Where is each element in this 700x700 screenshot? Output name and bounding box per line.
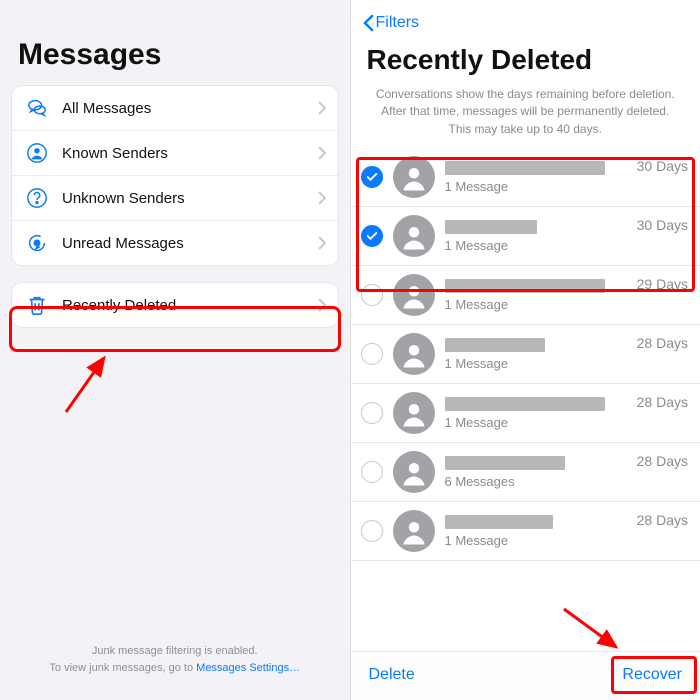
row-label: Known Senders (62, 145, 318, 162)
message-count: 6 Messages (445, 474, 629, 489)
avatar (393, 510, 435, 552)
redacted-name (445, 279, 605, 293)
avatar (393, 392, 435, 434)
row-label: Unread Messages (62, 235, 318, 252)
filter-row-unknown-senders[interactable]: Unknown Senders (12, 175, 338, 220)
select-checkbox[interactable] (361, 402, 383, 424)
avatar (393, 274, 435, 316)
row-body: 1 Message (445, 338, 629, 371)
select-checkbox[interactable] (361, 166, 383, 188)
days-remaining: 28 Days (637, 392, 688, 410)
row-body: 1 Message (445, 515, 629, 548)
row-body: 1 Message (445, 397, 629, 430)
redacted-name (445, 338, 545, 352)
message-count: 1 Message (445, 356, 629, 371)
person-icon (24, 140, 50, 166)
days-remaining: 29 Days (637, 274, 688, 292)
chevron-left-icon (363, 14, 374, 32)
bubbles-icon (24, 95, 50, 121)
recently-deleted-pane: Filters Recently Deleted Conversations s… (351, 0, 700, 700)
page-title: Recently Deleted (351, 38, 700, 86)
chevron-right-icon (318, 191, 326, 205)
redacted-name (445, 515, 553, 529)
delete-button[interactable]: Delete (369, 666, 415, 684)
conversation-list: 1 Message30 Days1 Message30 Days1 Messag… (351, 148, 700, 561)
conversation-row[interactable]: 1 Message 30 Days (351, 207, 700, 266)
select-checkbox[interactable] (361, 343, 383, 365)
message-count: 1 Message (445, 415, 629, 430)
row-label: Recently Deleted (62, 297, 318, 314)
select-checkbox[interactable] (361, 225, 383, 247)
deleted-group: Recently Deleted (12, 283, 338, 327)
row-label: Unknown Senders (62, 190, 318, 207)
conversation-row[interactable]: 1 Message 28 Days (351, 502, 700, 561)
question-icon (24, 185, 50, 211)
select-checkbox[interactable] (361, 284, 383, 306)
days-remaining: 28 Days (637, 451, 688, 469)
info-text: Conversations show the days remaining be… (351, 86, 700, 148)
row-body: 1 Message (445, 220, 629, 253)
recover-button[interactable]: Recover (622, 666, 682, 684)
footer-note: Junk message filtering is enabled. To vi… (0, 643, 350, 676)
chevron-right-icon (318, 146, 326, 160)
row-body: 6 Messages (445, 456, 629, 489)
days-remaining: 30 Days (637, 156, 688, 174)
toolbar: Delete Recover (351, 651, 700, 700)
days-remaining: 30 Days (637, 215, 688, 233)
filter-row-known-senders[interactable]: Known Senders (12, 130, 338, 175)
select-checkbox[interactable] (361, 520, 383, 542)
days-remaining: 28 Days (637, 510, 688, 528)
row-recently-deleted[interactable]: Recently Deleted (12, 283, 338, 327)
avatar (393, 215, 435, 257)
select-checkbox[interactable] (361, 461, 383, 483)
avatar (393, 451, 435, 493)
conversation-row[interactable]: 6 Messages 28 Days (351, 443, 700, 502)
chevron-right-icon (318, 101, 326, 115)
redacted-name (445, 456, 565, 470)
row-label: All Messages (62, 100, 318, 117)
trash-icon (24, 292, 50, 318)
message-count: 1 Message (445, 533, 629, 548)
conversation-row[interactable]: 1 Message 28 Days (351, 325, 700, 384)
dot-icon (24, 230, 50, 256)
back-label: Filters (376, 14, 420, 32)
page-title: Messages (0, 0, 350, 86)
days-remaining: 28 Days (637, 333, 688, 351)
messages-settings-link[interactable]: Messages Settings… (196, 662, 300, 674)
chevron-right-icon (318, 298, 326, 312)
nav-back[interactable]: Filters (351, 0, 700, 38)
conversation-row[interactable]: 1 Message 29 Days (351, 266, 700, 325)
redacted-name (445, 397, 605, 411)
redacted-name (445, 161, 605, 175)
footer-line1: Junk message filtering is enabled. (0, 643, 350, 660)
row-body: 1 Message (445, 161, 629, 194)
conversation-row[interactable]: 1 Message 28 Days (351, 384, 700, 443)
filter-group: All Messages Known Senders Unknown Senders… (12, 86, 338, 265)
avatar (393, 156, 435, 198)
annotation-arrow-left (60, 348, 120, 423)
filter-row-unread-messages[interactable]: Unread Messages (12, 220, 338, 265)
messages-filters-pane: Messages All Messages Known Senders Unknow… (0, 0, 351, 700)
conversation-row[interactable]: 1 Message 30 Days (351, 148, 700, 207)
redacted-name (445, 220, 537, 234)
message-count: 1 Message (445, 297, 629, 312)
message-count: 1 Message (445, 238, 629, 253)
row-body: 1 Message (445, 279, 629, 312)
message-count: 1 Message (445, 179, 629, 194)
footer-line2: To view junk messages, go to (49, 662, 196, 674)
chevron-right-icon (318, 236, 326, 250)
filter-row-all-messages[interactable]: All Messages (12, 86, 338, 130)
avatar (393, 333, 435, 375)
